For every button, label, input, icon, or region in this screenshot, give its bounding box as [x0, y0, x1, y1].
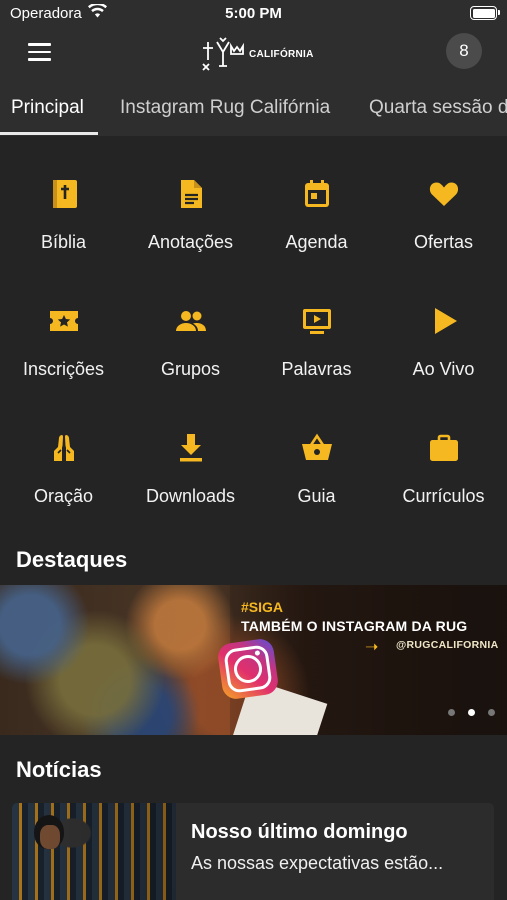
- grid-item-curriculos[interactable]: Currículos: [380, 390, 507, 516]
- highlight-banner[interactable]: #SIGA TAMBÉM O INSTAGRAM DA RUG ➝ @RUGCA…: [0, 585, 507, 735]
- pager-dot-active[interactable]: [468, 709, 475, 716]
- app-logo: CALIFÓRNIA: [200, 34, 314, 74]
- church-logo-icon: [202, 37, 244, 71]
- grid-item-oracao[interactable]: Oração: [0, 390, 127, 516]
- banner-hashtag: #SIGA: [241, 599, 284, 615]
- tab-principal[interactable]: Principal: [11, 97, 84, 119]
- battery-icon: [470, 6, 500, 20]
- news-thumbnail: [12, 803, 176, 900]
- pager-dot[interactable]: [448, 709, 455, 716]
- clock: 5:00 PM: [225, 5, 282, 22]
- calendar-icon: [301, 178, 333, 210]
- grid-item-downloads[interactable]: Downloads: [127, 390, 254, 516]
- logo-text: CALIFÓRNIA: [249, 48, 314, 60]
- grid-item-guia[interactable]: Guia: [253, 390, 380, 516]
- bible-icon: [48, 178, 80, 210]
- download-icon: [175, 432, 207, 464]
- tab-bar: Principal Instagram Rug Califórnia Quart…: [0, 76, 507, 136]
- heart-icon: [428, 178, 460, 210]
- grid-item-label: Bíblia: [40, 232, 87, 252]
- grid-item-label: Oração: [33, 486, 94, 506]
- grid-item-label: Palavras: [281, 359, 352, 379]
- grid-item-label: Grupos: [160, 359, 221, 379]
- play-icon: [428, 305, 460, 337]
- highlights-heading: Destaques: [16, 547, 128, 572]
- carousel-pager[interactable]: [448, 709, 495, 716]
- grid-item-ofertas[interactable]: Ofertas: [380, 136, 507, 262]
- grid-item-label: Ao Vivo: [412, 359, 475, 379]
- news-title: Nosso último domingo: [191, 821, 408, 843]
- basket-icon: [301, 432, 333, 464]
- document-icon: [175, 178, 207, 210]
- grid-item-palavras[interactable]: Palavras: [253, 263, 380, 389]
- briefcase-icon: [428, 432, 460, 464]
- grid-item-grupos[interactable]: Grupos: [127, 263, 254, 389]
- grid-item-label: Agenda: [285, 232, 348, 252]
- grid-item-label: Inscrições: [22, 359, 105, 379]
- news-heading: Notícias: [16, 757, 102, 782]
- active-tab-indicator: [0, 132, 98, 135]
- hamburger-menu-icon[interactable]: [28, 43, 51, 61]
- grid-item-ao-vivo[interactable]: Ao Vivo: [380, 263, 507, 389]
- news-excerpt: As nossas expectativas estão...: [191, 853, 444, 873]
- grid-item-agenda[interactable]: Agenda: [253, 136, 380, 262]
- notification-badge[interactable]: 8: [446, 33, 482, 69]
- instagram-icon: [216, 637, 280, 701]
- tv-play-icon: [301, 305, 333, 337]
- arrow-right-icon: ➝: [365, 639, 379, 656]
- grid-item-label: Currículos: [402, 486, 485, 506]
- grid-item-inscricoes[interactable]: Inscrições: [0, 263, 127, 389]
- tab-instagram[interactable]: Instagram Rug Califórnia: [120, 97, 330, 119]
- grid-item-label: Guia: [297, 486, 336, 506]
- grid-item-label: Downloads: [145, 486, 236, 506]
- grid-item-label: Anotações: [147, 232, 234, 252]
- status-bar: Operadora 5:00 PM: [0, 0, 507, 28]
- praying-hands-icon: [48, 432, 80, 464]
- grid-item-anotacoes[interactable]: Anotações: [127, 136, 254, 262]
- pager-dot[interactable]: [488, 709, 495, 716]
- top-navigation-bar: CALIFÓRNIA 8: [0, 28, 507, 76]
- banner-handle: @RUGCALIFORNIA: [396, 639, 499, 651]
- ticket-star-icon: [48, 305, 80, 337]
- banner-headline: TAMBÉM O INSTAGRAM DA RUG: [241, 618, 468, 634]
- grid-item-biblia[interactable]: Bíblia: [0, 136, 127, 262]
- news-card[interactable]: Nosso último domingo As nossas expectati…: [12, 803, 494, 900]
- tab-quarta-sessao[interactable]: Quarta sessão de: [369, 97, 507, 119]
- grid-item-label: Ofertas: [413, 232, 474, 252]
- people-icon: [175, 305, 207, 337]
